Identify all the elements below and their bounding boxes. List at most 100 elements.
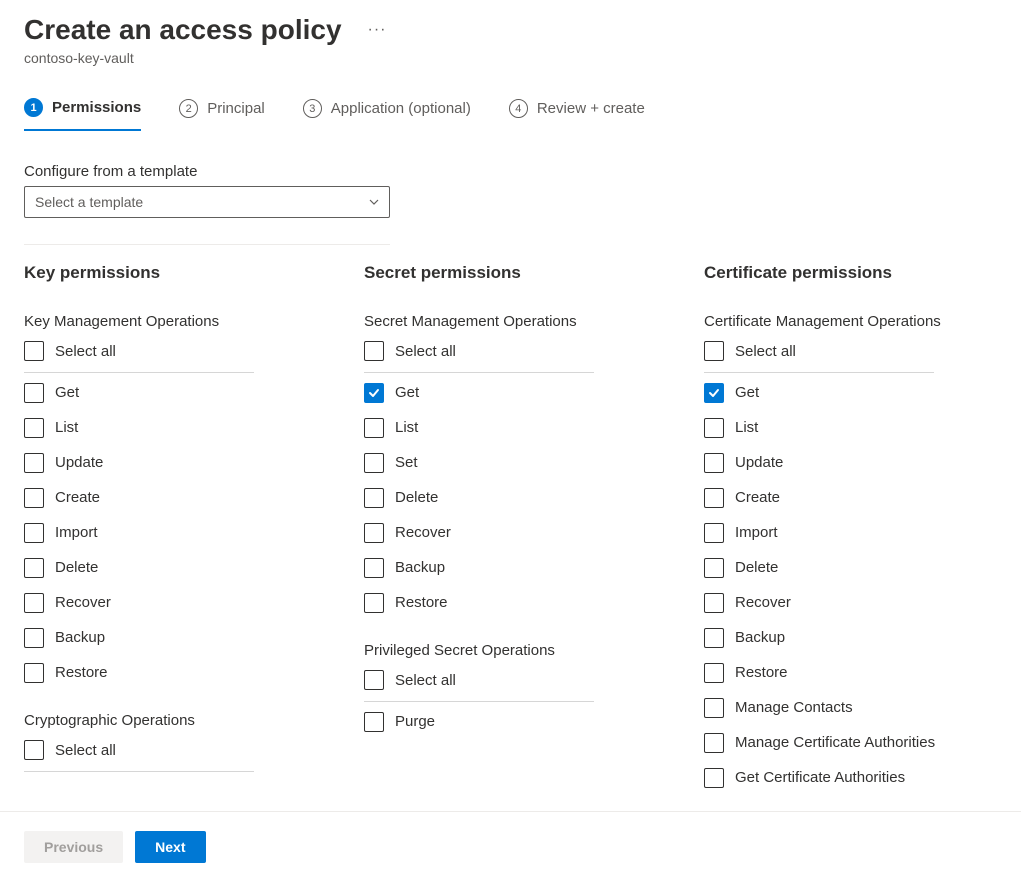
checkbox-icon — [704, 628, 724, 648]
tab-principal[interactable]: 2Principal — [179, 98, 265, 131]
checkbox-label: Get Certificate Authorities — [735, 769, 905, 786]
permission-checkbox[interactable]: Backup — [704, 620, 1004, 655]
select-all-checkbox[interactable]: Select all — [364, 338, 594, 373]
tab-permissions[interactable]: 1Permissions — [24, 98, 141, 131]
checkbox-icon — [364, 670, 384, 690]
checkbox-icon — [704, 418, 724, 438]
checkbox-label: Recover — [55, 594, 111, 611]
permission-checkbox[interactable]: Delete — [24, 550, 324, 585]
permission-checkbox[interactable]: Set — [364, 445, 664, 480]
permission-checkbox[interactable]: Delete — [364, 480, 664, 515]
template-label: Configure from a template — [24, 163, 997, 180]
checkbox-icon — [24, 418, 44, 438]
checkbox-label: Import — [55, 524, 98, 541]
select-all-checkbox[interactable]: Select all — [704, 338, 934, 373]
checkbox-label: Select all — [395, 343, 456, 360]
checkbox-label: Backup — [55, 629, 105, 646]
permission-checkbox[interactable]: List — [24, 410, 324, 445]
select-all-checkbox[interactable]: Select all — [24, 737, 254, 772]
checkbox-icon — [704, 488, 724, 508]
checkbox-icon — [24, 628, 44, 648]
permission-checkbox[interactable]: Restore — [364, 585, 664, 620]
checkbox-icon — [24, 383, 44, 403]
permission-checkbox[interactable]: Get Certificate Authorities — [704, 760, 1004, 795]
group-title: Secret Management Operations — [364, 313, 664, 330]
permission-checkbox[interactable]: Recover — [364, 515, 664, 550]
permission-checkbox[interactable]: Manage Certificate Authorities — [704, 725, 1004, 760]
permission-checkbox[interactable]: Get — [24, 375, 324, 410]
permission-checkbox[interactable]: Restore — [704, 655, 1004, 690]
checkbox-icon — [24, 488, 44, 508]
template-select-placeholder: Select a template — [35, 194, 143, 210]
checkbox-label: Get — [55, 384, 79, 401]
permission-checkbox[interactable]: Get — [364, 375, 664, 410]
checkbox-label: Get — [735, 384, 759, 401]
permission-checkbox[interactable]: Get — [704, 375, 1004, 410]
checkbox-icon — [704, 383, 724, 403]
permission-checkbox[interactable]: Update — [704, 445, 1004, 480]
permission-checkbox[interactable]: Restore — [24, 655, 324, 690]
checkbox-label: Backup — [735, 629, 785, 646]
column-header: Key permissions — [24, 263, 324, 283]
checkbox-icon — [364, 593, 384, 613]
permission-checkbox[interactable]: Backup — [364, 550, 664, 585]
column-header: Certificate permissions — [704, 263, 1004, 283]
permission-checkbox[interactable]: List — [364, 410, 664, 445]
checkbox-label: Restore — [735, 664, 788, 681]
permission-checkbox[interactable]: Purge — [364, 704, 664, 739]
permission-checkbox[interactable]: Import — [704, 515, 1004, 550]
previous-button[interactable]: Previous — [24, 831, 123, 863]
checkbox-label: Select all — [395, 672, 456, 689]
step-number: 4 — [509, 99, 528, 118]
checkbox-label: Get — [395, 384, 419, 401]
select-all-checkbox[interactable]: Select all — [364, 667, 594, 702]
permission-checkbox[interactable]: Update — [24, 445, 324, 480]
permission-checkbox[interactable]: Manage Contacts — [704, 690, 1004, 725]
checkbox-label: Delete — [55, 559, 98, 576]
group-title: Certificate Management Operations — [704, 313, 1004, 330]
more-icon[interactable]: ··· — [368, 21, 387, 39]
permission-checkbox[interactable]: Import — [24, 515, 324, 550]
checkbox-icon — [24, 740, 44, 760]
checkbox-label: Create — [55, 489, 100, 506]
checkbox-icon — [24, 558, 44, 578]
permission-checkbox[interactable]: Recover — [704, 585, 1004, 620]
checkbox-icon — [704, 523, 724, 543]
divider — [24, 244, 390, 245]
checkbox-icon — [364, 523, 384, 543]
checkbox-label: Manage Certificate Authorities — [735, 734, 935, 751]
permission-checkbox[interactable]: Recover — [24, 585, 324, 620]
permission-checkbox[interactable]: Create — [24, 480, 324, 515]
checkbox-label: Import — [735, 524, 778, 541]
checkbox-label: Update — [735, 454, 783, 471]
select-all-checkbox[interactable]: Select all — [24, 338, 254, 373]
group-title: Privileged Secret Operations — [364, 642, 664, 659]
checkbox-icon — [24, 453, 44, 473]
step-number: 2 — [179, 99, 198, 118]
tab-label: Review + create — [537, 100, 645, 117]
next-button[interactable]: Next — [135, 831, 205, 863]
checkbox-icon — [704, 698, 724, 718]
template-select[interactable]: Select a template — [24, 186, 390, 218]
checkbox-icon — [704, 733, 724, 753]
checkbox-label: Restore — [55, 664, 108, 681]
checkbox-icon — [364, 558, 384, 578]
checkbox-icon — [704, 768, 724, 788]
checkbox-icon — [364, 453, 384, 473]
checkbox-label: Select all — [55, 343, 116, 360]
tab-review-create[interactable]: 4 Review + create — [509, 98, 645, 131]
checkbox-label: Recover — [395, 524, 451, 541]
permission-checkbox[interactable]: Backup — [24, 620, 324, 655]
tab-application-optional-[interactable]: 3Application (optional) — [303, 98, 471, 131]
checkbox-label: Purge — [395, 713, 435, 730]
permission-checkbox[interactable]: Create — [704, 480, 1004, 515]
checkbox-icon — [24, 593, 44, 613]
checkbox-icon — [24, 523, 44, 543]
checkbox-icon — [704, 593, 724, 613]
permission-checkbox[interactable]: Delete — [704, 550, 1004, 585]
checkbox-label: List — [55, 419, 78, 436]
checkbox-icon — [364, 383, 384, 403]
checkbox-label: Update — [55, 454, 103, 471]
permission-checkbox[interactable]: List — [704, 410, 1004, 445]
checkbox-label: Delete — [735, 559, 778, 576]
